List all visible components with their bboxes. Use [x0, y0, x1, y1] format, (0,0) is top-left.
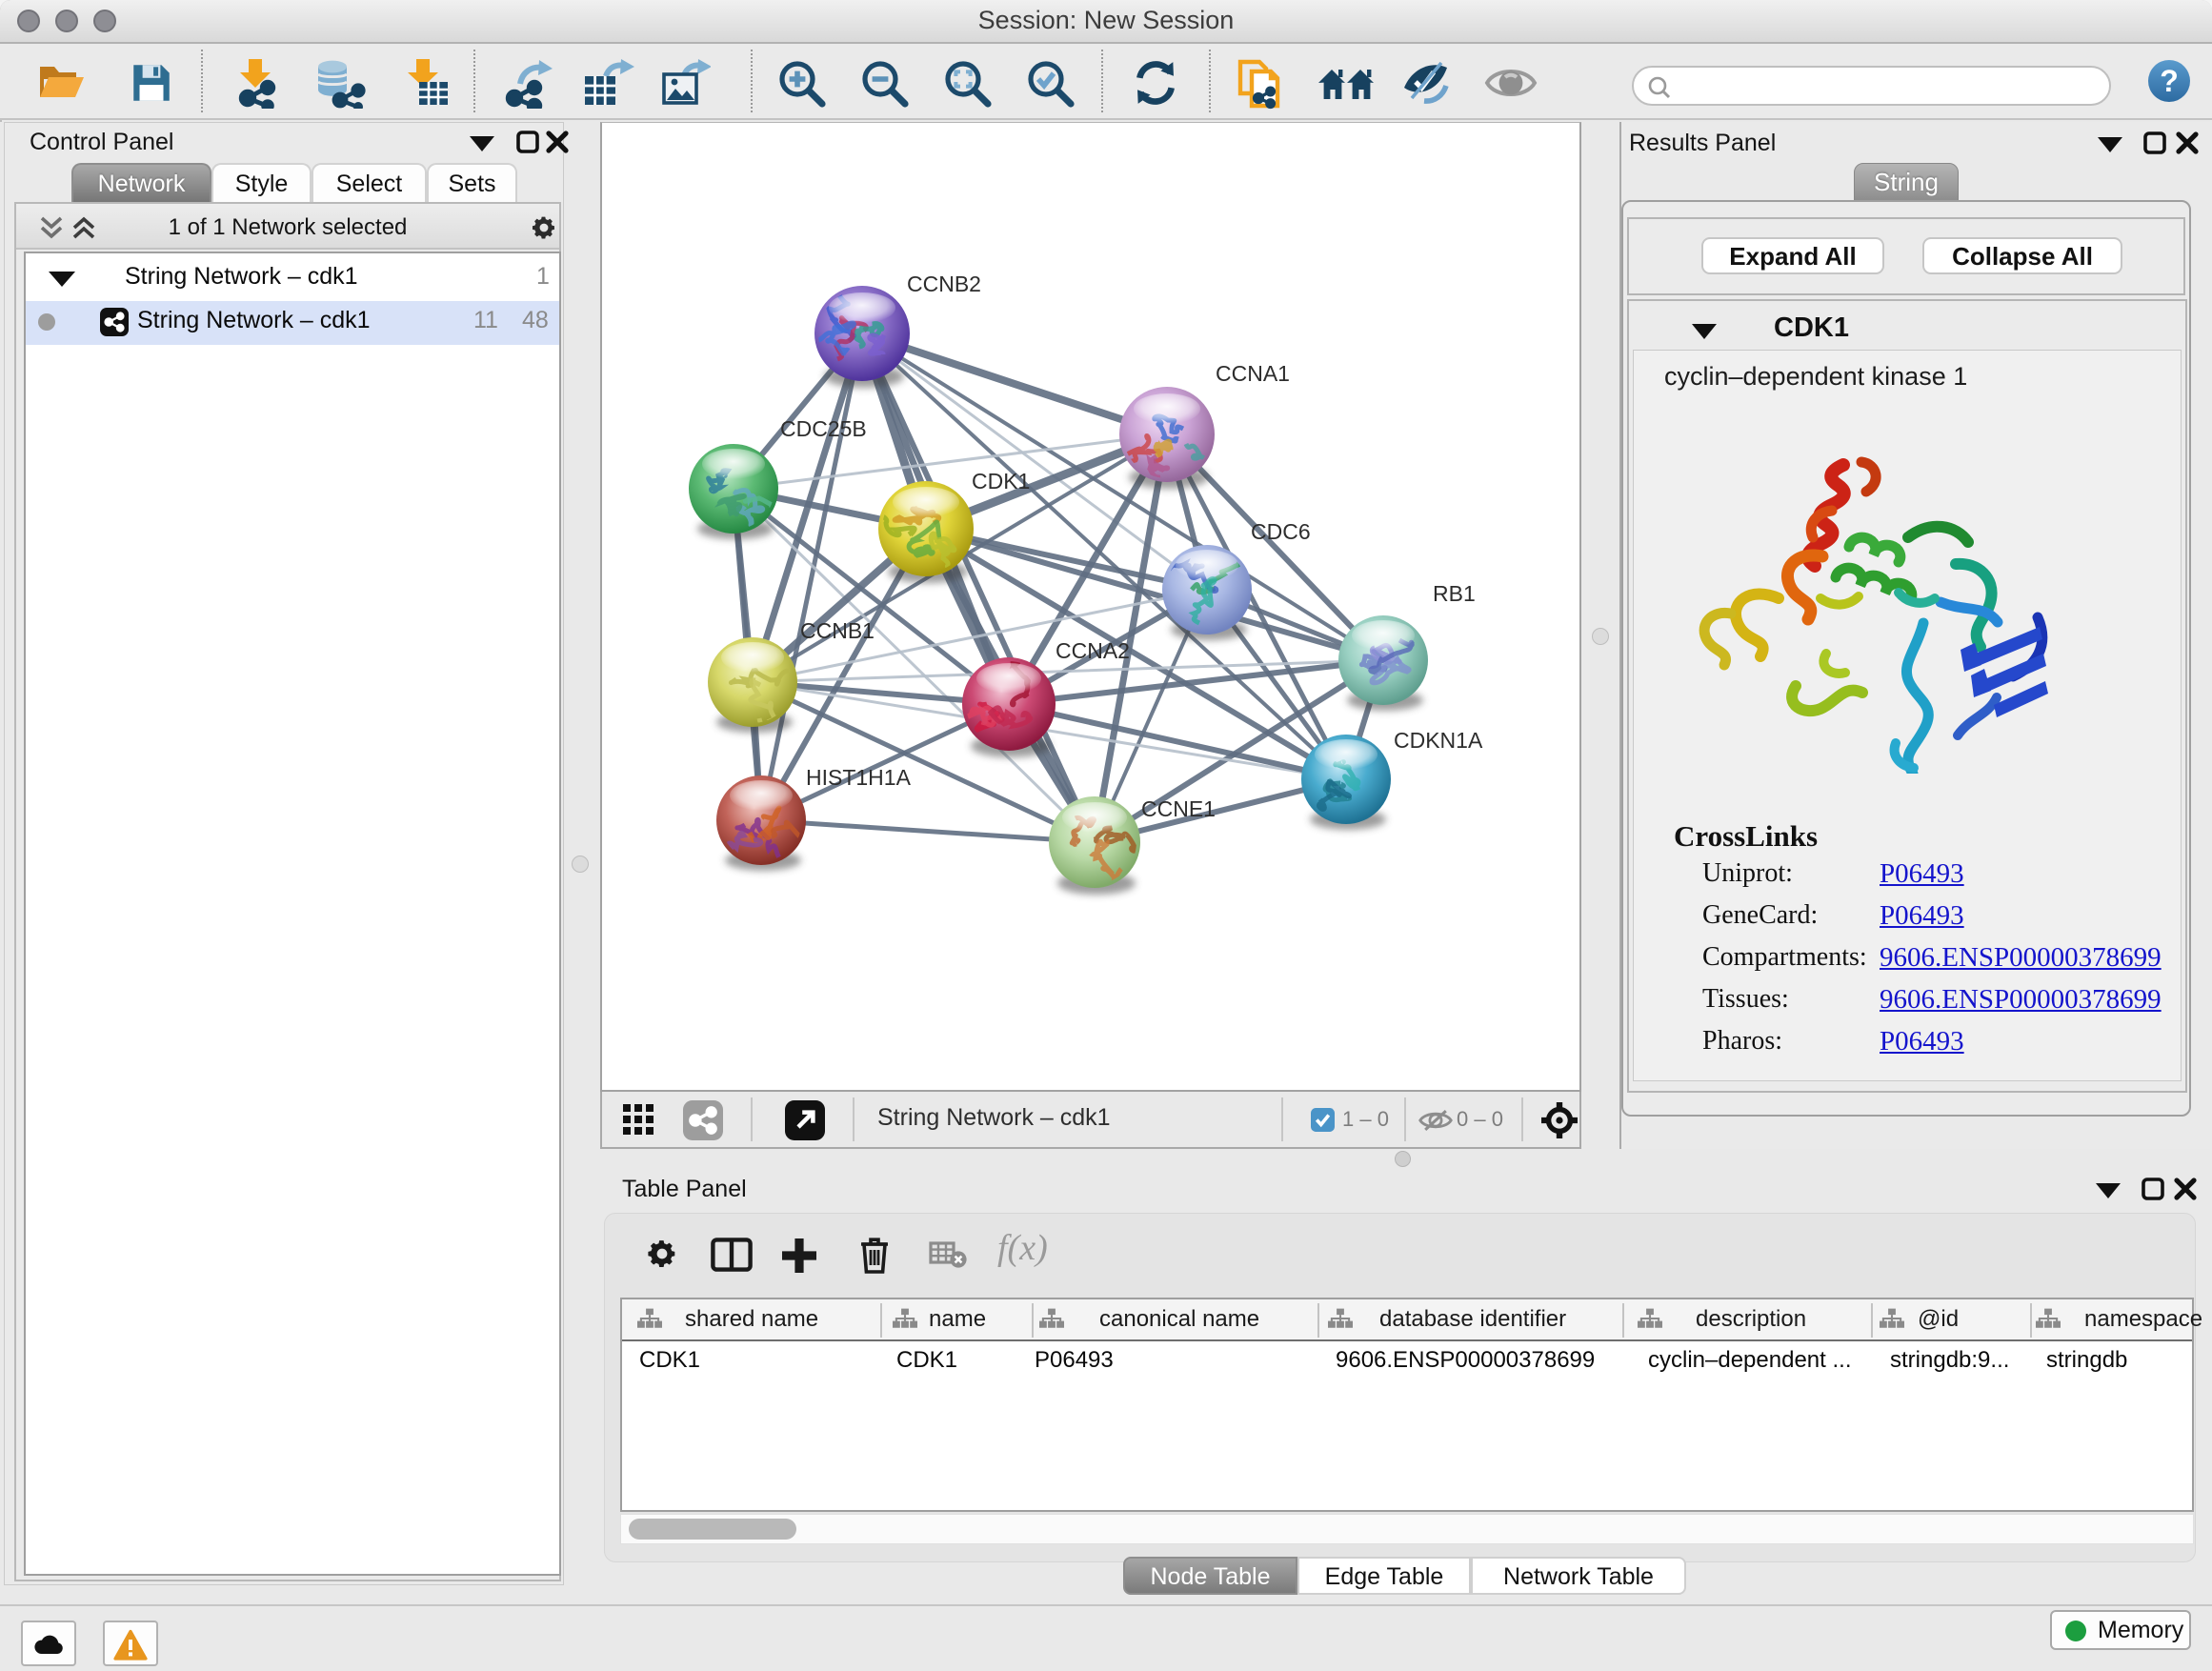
svg-text:CCNA2: CCNA2: [1056, 638, 1130, 663]
svg-text:CCNA1: CCNA1: [1216, 361, 1290, 386]
svg-text:CDK1: CDK1: [972, 469, 1030, 493]
svg-text:CDC25B: CDC25B: [780, 416, 867, 441]
svg-text:RB1: RB1: [1433, 581, 1476, 606]
svg-text:CDC6: CDC6: [1251, 519, 1311, 544]
svg-text:CDKN1A: CDKN1A: [1394, 728, 1483, 753]
svg-text:CCNB2: CCNB2: [907, 272, 981, 296]
svg-text:HIST1H1A: HIST1H1A: [806, 765, 912, 790]
svg-text:?: ?: [2160, 64, 2179, 98]
svg-text:CCNB1: CCNB1: [800, 618, 875, 643]
svg-text:CCNE1: CCNE1: [1141, 796, 1216, 821]
